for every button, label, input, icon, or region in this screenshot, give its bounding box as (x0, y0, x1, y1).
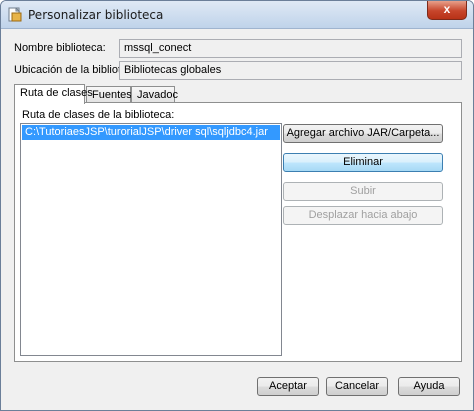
library-name-field[interactable]: mssql_conect (119, 39, 462, 58)
document-icon (8, 7, 22, 22)
window-title: Personalizar biblioteca (28, 8, 164, 22)
remove-button[interactable]: Eliminar (283, 153, 443, 172)
move-down-button[interactable]: Desplazar hacia abajo (283, 206, 443, 225)
classpath-label: Ruta de clases de la biblioteca: (22, 109, 175, 121)
classpath-list[interactable]: C:\TutoriaesJSP\turorialJSP\driver sql\s… (20, 123, 282, 356)
classpath-panel: Ruta de clases de la biblioteca: C:\Tuto… (14, 102, 462, 362)
close-button[interactable]: x (427, 1, 467, 20)
move-up-button[interactable]: Subir (283, 182, 443, 201)
tab-classpath[interactable]: Ruta de clases (14, 84, 93, 104)
library-location-field[interactable]: Bibliotecas globales (119, 61, 462, 80)
title-bar[interactable]: Personalizar biblioteca x (1, 1, 473, 29)
close-icon: x (443, 2, 451, 16)
library-name-label: Nombre biblioteca: (14, 42, 106, 54)
cancel-button[interactable]: Cancelar (326, 377, 388, 396)
tab-javadoc[interactable]: Javadoc (131, 86, 178, 103)
help-button[interactable]: Ayuda (398, 377, 460, 396)
library-dialog: Personalizar biblioteca x Nombre bibliot… (0, 0, 474, 411)
add-jar-folder-button[interactable]: Agregar archivo JAR/Carpeta... (283, 124, 443, 143)
ok-button[interactable]: Aceptar (257, 377, 319, 396)
list-item[interactable]: C:\TutoriaesJSP\turorialJSP\driver sql\s… (22, 125, 280, 140)
